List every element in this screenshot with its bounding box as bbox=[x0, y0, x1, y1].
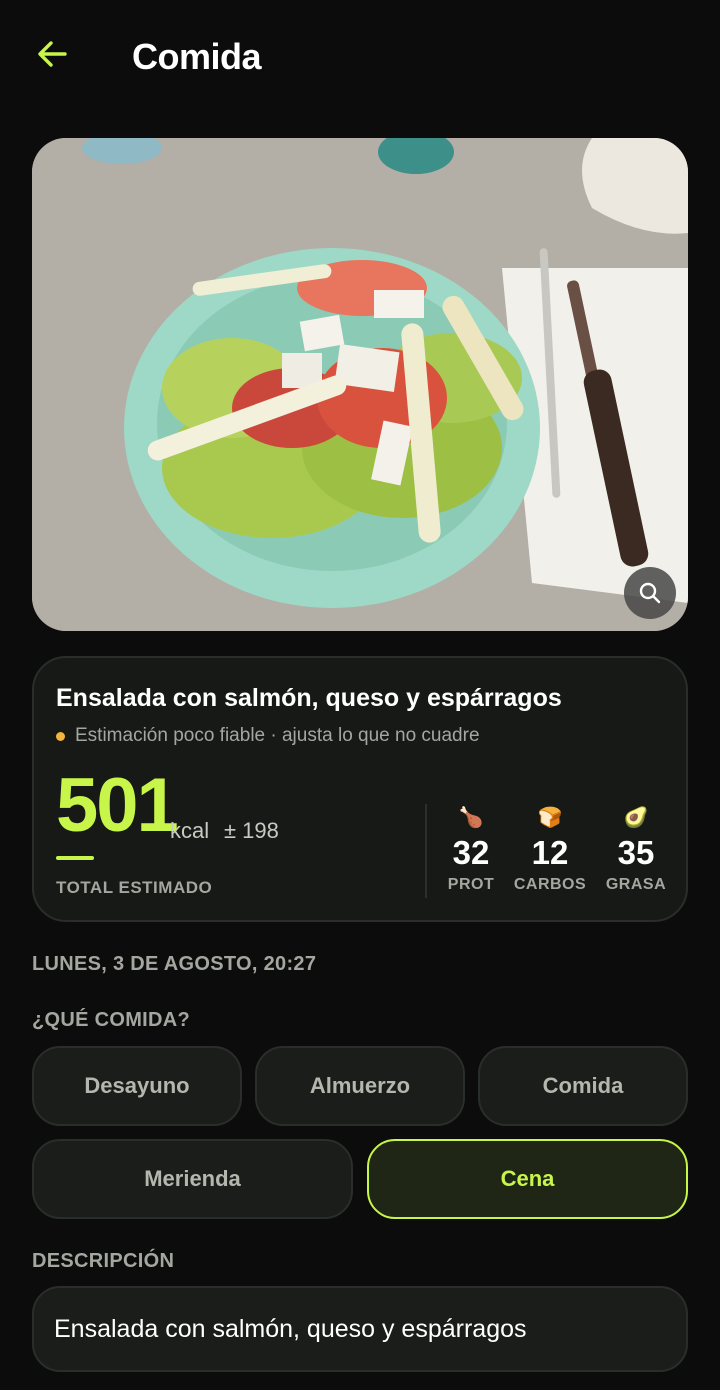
meal-photo bbox=[32, 138, 688, 631]
app-header: Comida bbox=[0, 0, 720, 118]
macro-label: GRASA bbox=[605, 876, 667, 893]
kcal-unit: kcal bbox=[170, 818, 210, 843]
meal-datetime[interactable]: LUNES, 3 DE AGOSTO, 20:27 bbox=[32, 953, 316, 976]
salad-plate-image bbox=[32, 138, 688, 631]
macro-fat: 🥑 35 GRASA bbox=[596, 806, 676, 894]
food-name: Ensalada con salmón, queso y espárragos bbox=[56, 684, 562, 712]
macro-carbs: 🍞 12 CARBOS bbox=[510, 806, 590, 894]
macro-label: CARBOS bbox=[513, 876, 587, 893]
macro-protein: 🍗 32 PROT bbox=[431, 806, 511, 894]
arrow-left-icon bbox=[38, 41, 67, 67]
zoom-button[interactable] bbox=[624, 567, 676, 619]
macro-value: 35 bbox=[617, 834, 655, 871]
macro-value: 12 bbox=[531, 834, 569, 871]
kcal-accent-bar bbox=[56, 856, 94, 860]
nutrition-summary-card: Ensalada con salmón, queso y espárragos … bbox=[32, 656, 688, 922]
warning-dot-icon bbox=[56, 731, 65, 741]
macro-value: 32 bbox=[452, 834, 490, 871]
description-field[interactable]: Ensalada con salmón, queso y espárragos bbox=[32, 1286, 688, 1372]
reliability-text: Estimación poco fiable · ajusta lo que n… bbox=[75, 725, 480, 746]
meal-chip-desayuno[interactable]: Desayuno bbox=[32, 1046, 242, 1126]
kcal-value: 501 bbox=[56, 763, 179, 848]
meal-chip-merienda[interactable]: Merienda bbox=[32, 1139, 353, 1219]
meal-chip-cena[interactable]: Cena bbox=[367, 1139, 688, 1219]
meal-chip-almuerzo[interactable]: Almuerzo bbox=[255, 1046, 465, 1126]
kcal-margin: ± 198 bbox=[224, 818, 279, 843]
description-label: DESCRIPCIÓN bbox=[32, 1250, 175, 1272]
meal-type-question: ¿QUÉ COMIDA? bbox=[32, 1009, 191, 1031]
divider bbox=[425, 804, 427, 898]
search-icon bbox=[639, 582, 661, 604]
meat-icon: 🍗 bbox=[458, 807, 484, 829]
bread-icon: 🍞 bbox=[537, 807, 563, 829]
total-estimated-label: TOTAL ESTIMADO bbox=[56, 878, 213, 897]
page-title: Comida bbox=[132, 36, 262, 77]
meal-chip-comida[interactable]: Comida bbox=[478, 1046, 688, 1126]
macro-label: PROT bbox=[447, 876, 495, 893]
back-button[interactable] bbox=[28, 30, 76, 78]
avocado-icon: 🥑 bbox=[623, 807, 649, 829]
reliability-warning: Estimación poco fiable · ajusta lo que n… bbox=[56, 725, 480, 747]
